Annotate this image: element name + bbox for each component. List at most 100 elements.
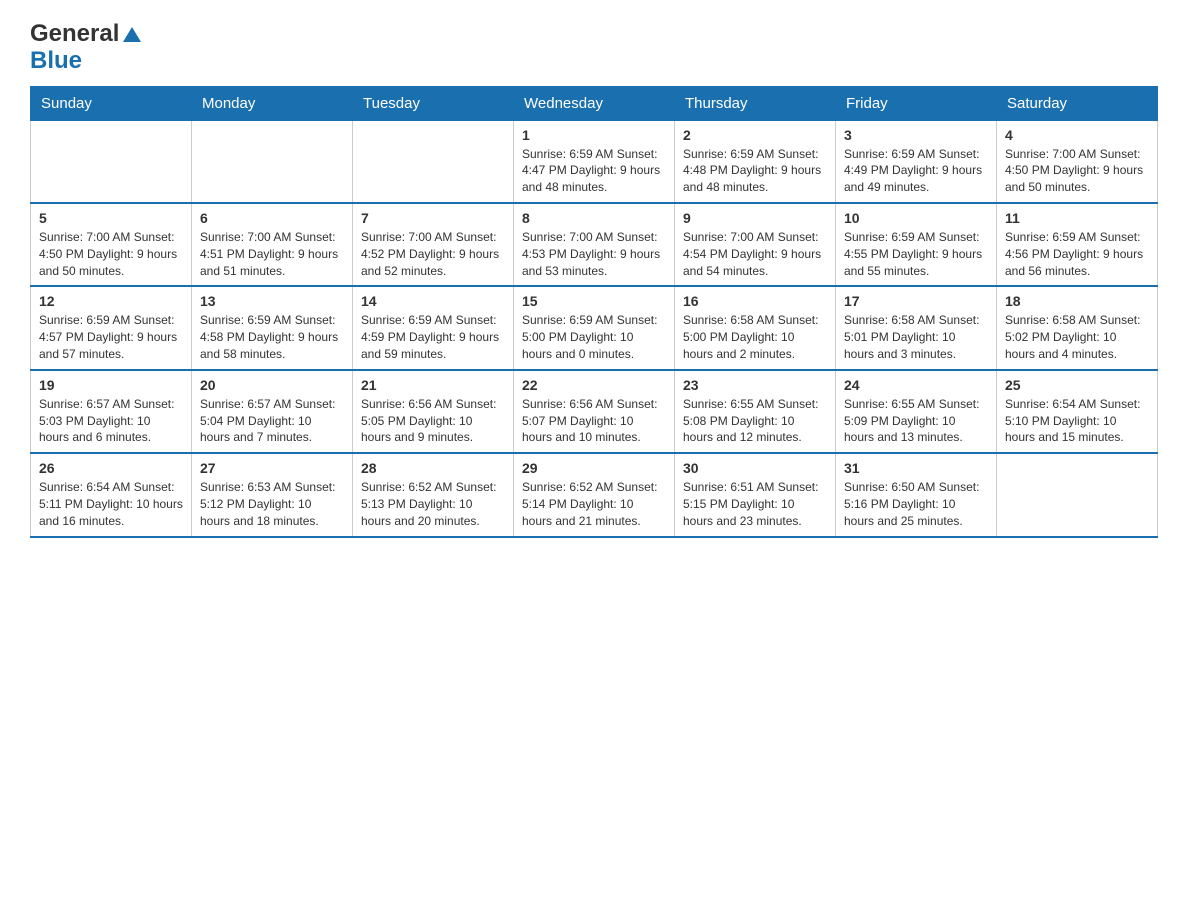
logo-triangle-icon bbox=[121, 24, 143, 46]
day-info: Sunrise: 7:00 AM Sunset: 4:50 PM Dayligh… bbox=[1005, 146, 1149, 196]
day-cell: 3 Sunrise: 6:59 AM Sunset: 4:49 PM Daylig… bbox=[836, 120, 997, 203]
day-number: 13 bbox=[200, 293, 344, 309]
header-cell-saturday: Saturday bbox=[997, 86, 1158, 120]
day-info: Sunrise: 7:00 AM Sunset: 4:53 PM Dayligh… bbox=[522, 229, 666, 279]
day-info: Sunrise: 6:59 AM Sunset: 4:58 PM Dayligh… bbox=[200, 312, 344, 362]
day-number: 23 bbox=[683, 377, 827, 393]
day-number: 9 bbox=[683, 210, 827, 226]
day-number: 5 bbox=[39, 210, 183, 226]
day-info: Sunrise: 6:58 AM Sunset: 5:02 PM Dayligh… bbox=[1005, 312, 1149, 362]
day-cell: 8 Sunrise: 7:00 AM Sunset: 4:53 PM Daylig… bbox=[514, 203, 675, 286]
day-number: 26 bbox=[39, 460, 183, 476]
day-info: Sunrise: 6:59 AM Sunset: 4:48 PM Dayligh… bbox=[683, 146, 827, 196]
day-cell: 15 Sunrise: 6:59 AM Sunset: 5:00 PM Dayli… bbox=[514, 286, 675, 369]
day-info: Sunrise: 6:59 AM Sunset: 4:49 PM Dayligh… bbox=[844, 146, 988, 196]
day-info: Sunrise: 6:51 AM Sunset: 5:15 PM Dayligh… bbox=[683, 479, 827, 529]
day-info: Sunrise: 6:59 AM Sunset: 4:59 PM Dayligh… bbox=[361, 312, 505, 362]
day-number: 17 bbox=[844, 293, 988, 309]
day-cell: 19Sunrise: 6:57 AM Sunset: 5:03 PM Dayli… bbox=[31, 370, 192, 453]
day-cell: 16Sunrise: 6:58 AM Sunset: 5:00 PM Dayli… bbox=[675, 286, 836, 369]
day-cell: 29Sunrise: 6:52 AM Sunset: 5:14 PM Dayli… bbox=[514, 453, 675, 536]
day-number: 14 bbox=[361, 293, 505, 309]
day-info: Sunrise: 6:56 AM Sunset: 5:07 PM Dayligh… bbox=[522, 396, 666, 446]
header: General Blue bbox=[30, 20, 1158, 76]
day-number: 29 bbox=[522, 460, 666, 476]
day-cell: 18Sunrise: 6:58 AM Sunset: 5:02 PM Dayli… bbox=[997, 286, 1158, 369]
day-number: 20 bbox=[200, 377, 344, 393]
day-number: 28 bbox=[361, 460, 505, 476]
day-info: Sunrise: 6:54 AM Sunset: 5:10 PM Dayligh… bbox=[1005, 396, 1149, 446]
header-cell-friday: Friday bbox=[836, 86, 997, 120]
day-info: Sunrise: 6:55 AM Sunset: 5:09 PM Dayligh… bbox=[844, 396, 988, 446]
week-row-5: 26 Sunrise: 6:54 AM Sunset: 5:11 PM Dayli… bbox=[31, 453, 1158, 536]
day-info: Sunrise: 7:00 AM Sunset: 4:54 PM Dayligh… bbox=[683, 229, 827, 279]
day-number: 30 bbox=[683, 460, 827, 476]
day-cell: 25 Sunrise: 6:54 AM Sunset: 5:10 PM Dayli… bbox=[997, 370, 1158, 453]
header-cell-sunday: Sunday bbox=[31, 86, 192, 120]
day-cell: 30 Sunrise: 6:51 AM Sunset: 5:15 PM Dayli… bbox=[675, 453, 836, 536]
day-cell: 31 Sunrise: 6:50 AM Sunset: 5:16 PM Dayli… bbox=[836, 453, 997, 536]
day-cell: 24 Sunrise: 6:55 AM Sunset: 5:09 PM Dayli… bbox=[836, 370, 997, 453]
day-number: 24 bbox=[844, 377, 988, 393]
week-row-4: 19Sunrise: 6:57 AM Sunset: 5:03 PM Dayli… bbox=[31, 370, 1158, 453]
day-cell: 20Sunrise: 6:57 AM Sunset: 5:04 PM Dayli… bbox=[192, 370, 353, 453]
day-info: Sunrise: 6:59 AM Sunset: 4:57 PM Dayligh… bbox=[39, 312, 183, 362]
day-number: 11 bbox=[1005, 210, 1149, 226]
week-row-2: 5 Sunrise: 7:00 AM Sunset: 4:50 PM Daylig… bbox=[31, 203, 1158, 286]
day-cell: 26 Sunrise: 6:54 AM Sunset: 5:11 PM Dayli… bbox=[31, 453, 192, 536]
header-cell-tuesday: Tuesday bbox=[353, 86, 514, 120]
day-cell: 27 Sunrise: 6:53 AM Sunset: 5:12 PM Dayli… bbox=[192, 453, 353, 536]
day-number: 3 bbox=[844, 127, 988, 143]
day-info: Sunrise: 6:53 AM Sunset: 5:12 PM Dayligh… bbox=[200, 479, 344, 529]
day-cell: 11 Sunrise: 6:59 AM Sunset: 4:56 PM Dayli… bbox=[997, 203, 1158, 286]
day-cell: 2 Sunrise: 6:59 AM Sunset: 4:48 PM Daylig… bbox=[675, 120, 836, 203]
day-cell: 4 Sunrise: 7:00 AM Sunset: 4:50 PM Daylig… bbox=[997, 120, 1158, 203]
day-info: Sunrise: 6:56 AM Sunset: 5:05 PM Dayligh… bbox=[361, 396, 505, 446]
day-cell: 9 Sunrise: 7:00 AM Sunset: 4:54 PM Daylig… bbox=[675, 203, 836, 286]
day-info: Sunrise: 6:50 AM Sunset: 5:16 PM Dayligh… bbox=[844, 479, 988, 529]
day-number: 10 bbox=[844, 210, 988, 226]
day-cell: 23 Sunrise: 6:55 AM Sunset: 5:08 PM Dayli… bbox=[675, 370, 836, 453]
day-info: Sunrise: 6:59 AM Sunset: 5:00 PM Dayligh… bbox=[522, 312, 666, 362]
header-cell-wednesday: Wednesday bbox=[514, 86, 675, 120]
day-cell bbox=[353, 120, 514, 203]
day-number: 16 bbox=[683, 293, 827, 309]
day-info: Sunrise: 6:59 AM Sunset: 4:55 PM Dayligh… bbox=[844, 229, 988, 279]
day-number: 19 bbox=[39, 377, 183, 393]
day-info: Sunrise: 7:00 AM Sunset: 4:50 PM Dayligh… bbox=[39, 229, 183, 279]
calendar-table: SundayMondayTuesdayWednesdayThursdayFrid… bbox=[30, 86, 1158, 538]
day-info: Sunrise: 7:00 AM Sunset: 4:52 PM Dayligh… bbox=[361, 229, 505, 279]
day-cell: 22 Sunrise: 6:56 AM Sunset: 5:07 PM Dayli… bbox=[514, 370, 675, 453]
day-cell: 7 Sunrise: 7:00 AM Sunset: 4:52 PM Daylig… bbox=[353, 203, 514, 286]
day-cell: 5 Sunrise: 7:00 AM Sunset: 4:50 PM Daylig… bbox=[31, 203, 192, 286]
day-number: 8 bbox=[522, 210, 666, 226]
day-info: Sunrise: 6:58 AM Sunset: 5:01 PM Dayligh… bbox=[844, 312, 988, 362]
day-cell: 6Sunrise: 7:00 AM Sunset: 4:51 PM Daylig… bbox=[192, 203, 353, 286]
day-number: 25 bbox=[1005, 377, 1149, 393]
day-cell: 1Sunrise: 6:59 AM Sunset: 4:47 PM Daylig… bbox=[514, 120, 675, 203]
day-number: 4 bbox=[1005, 127, 1149, 143]
day-info: Sunrise: 6:54 AM Sunset: 5:11 PM Dayligh… bbox=[39, 479, 183, 529]
day-cell: 13 Sunrise: 6:59 AM Sunset: 4:58 PM Dayli… bbox=[192, 286, 353, 369]
day-cell bbox=[997, 453, 1158, 536]
day-cell: 10 Sunrise: 6:59 AM Sunset: 4:55 PM Dayli… bbox=[836, 203, 997, 286]
day-info: Sunrise: 6:59 AM Sunset: 4:47 PM Dayligh… bbox=[522, 146, 666, 196]
day-number: 22 bbox=[522, 377, 666, 393]
logo-blue-text: Blue bbox=[30, 47, 143, 76]
day-number: 6 bbox=[200, 210, 344, 226]
day-number: 12 bbox=[39, 293, 183, 309]
header-row: SundayMondayTuesdayWednesdayThursdayFrid… bbox=[31, 86, 1158, 120]
day-cell: 14 Sunrise: 6:59 AM Sunset: 4:59 PM Dayli… bbox=[353, 286, 514, 369]
day-number: 27 bbox=[200, 460, 344, 476]
day-number: 7 bbox=[361, 210, 505, 226]
day-cell: 17 Sunrise: 6:58 AM Sunset: 5:01 PM Dayli… bbox=[836, 286, 997, 369]
day-info: Sunrise: 6:59 AM Sunset: 4:56 PM Dayligh… bbox=[1005, 229, 1149, 279]
day-number: 2 bbox=[683, 127, 827, 143]
day-info: Sunrise: 6:55 AM Sunset: 5:08 PM Dayligh… bbox=[683, 396, 827, 446]
day-number: 21 bbox=[361, 377, 505, 393]
day-number: 15 bbox=[522, 293, 666, 309]
logo-line1: General bbox=[30, 20, 143, 49]
logo: General Blue bbox=[30, 20, 143, 76]
day-number: 31 bbox=[844, 460, 988, 476]
day-info: Sunrise: 6:52 AM Sunset: 5:13 PM Dayligh… bbox=[361, 479, 505, 529]
